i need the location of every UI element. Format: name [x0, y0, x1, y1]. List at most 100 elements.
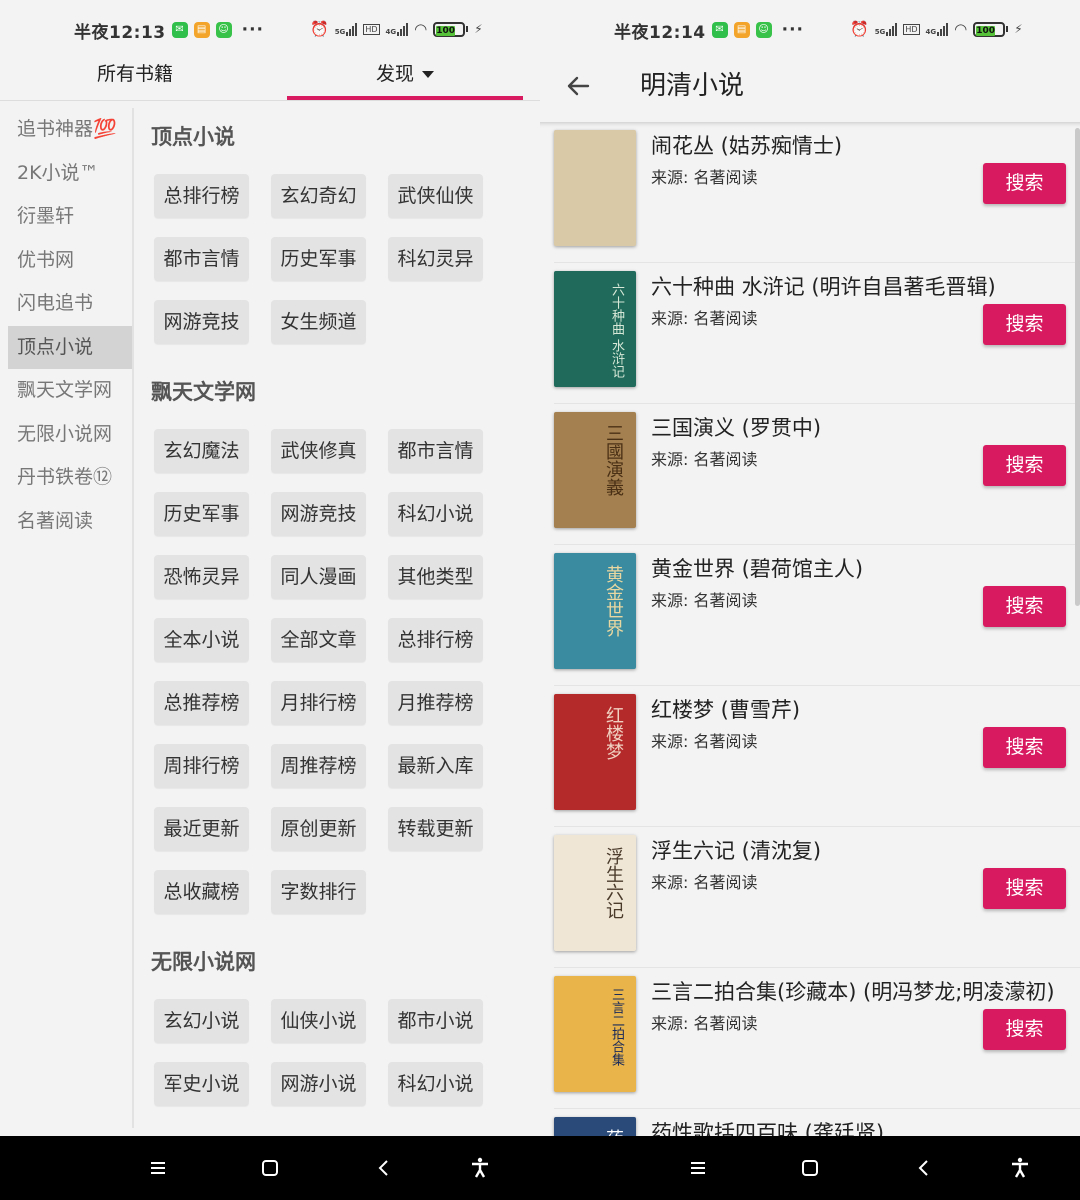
sidebar-item[interactable]: 无限小说网 [8, 413, 132, 457]
book-cover-title: 三言二拍合集 [609, 988, 624, 1066]
book-row[interactable]: 红楼梦 红楼梦 (曹雪芹) 来源: 名著阅读 搜索 [554, 686, 1080, 827]
category-chip[interactable]: 女生频道 [271, 300, 366, 344]
charging-icon: ⚡ [1014, 22, 1023, 36]
tab-all-books[interactable]: 所有书籍 [0, 60, 270, 100]
category-chip[interactable]: 字数排行 [271, 870, 366, 914]
home-icon[interactable] [798, 1156, 822, 1180]
book-source: 来源: 名著阅读 [651, 309, 758, 328]
search-button[interactable]: 搜索 [983, 163, 1066, 204]
search-button[interactable]: 搜索 [983, 586, 1066, 627]
category-chip[interactable]: 网游小说 [271, 1062, 366, 1106]
sidebar-item[interactable]: 2K小说™ [8, 152, 132, 196]
scrollbar[interactable] [1075, 128, 1080, 606]
signal-4g-icon: 4G [386, 22, 409, 36]
category-chip[interactable]: 科幻小说 [388, 492, 483, 536]
book-row[interactable]: 六十种曲 水浒记 六十种曲 水浒记 (明许自昌著毛晋辑) 来源: 名著阅读 搜索 [554, 263, 1080, 404]
alarm-icon: ⏰ [310, 20, 329, 38]
category-chip[interactable]: 最近更新 [154, 807, 249, 851]
category-chip[interactable]: 科幻小说 [388, 1062, 483, 1106]
category-chip[interactable]: 最新入库 [388, 744, 483, 788]
discover-screen: 半夜12:13 ✉ ▤ ☺ ··· ⏰ 5G HD 4G ◠ 100 ⚡ 所有书… [0, 0, 540, 1136]
category-chip[interactable]: 都市小说 [388, 999, 483, 1043]
home-icon[interactable] [258, 1156, 282, 1180]
category-chip[interactable]: 原创更新 [271, 807, 366, 851]
book-row[interactable]: 三國演義 三国演义 (罗贯中) 来源: 名著阅读 搜索 [554, 404, 1080, 545]
category-chip[interactable]: 其他类型 [388, 555, 483, 599]
book-row[interactable]: 闹花丛 (姑苏痴情士) 来源: 名著阅读 搜索 [554, 122, 1080, 263]
sidebar-item[interactable]: 名著阅读 [8, 500, 132, 544]
accessibility-icon[interactable] [468, 1156, 492, 1180]
book-cover-title: 六十种曲 水浒记 [609, 283, 624, 379]
search-button[interactable]: 搜索 [983, 445, 1066, 486]
accessibility-icon[interactable] [1008, 1156, 1032, 1180]
wechat-icon: ✉ [711, 22, 728, 38]
category-chip[interactable]: 同人漫画 [271, 555, 366, 599]
category-chip[interactable]: 仙侠小说 [271, 999, 366, 1043]
sidebar-item[interactable]: 丹书铁卷⑫ [8, 456, 132, 500]
back-arrow-icon[interactable] [562, 70, 594, 102]
category-chip[interactable]: 周推荐榜 [271, 744, 366, 788]
category-chip[interactable]: 武侠修真 [271, 429, 366, 473]
book-source: 来源: 名著阅读 [651, 873, 758, 892]
search-button[interactable]: 搜索 [983, 727, 1066, 768]
book-row[interactable]: 浮生六记 浮生六记 (清沈复) 来源: 名著阅读 搜索 [554, 827, 1080, 968]
book-list[interactable]: 闹花丛 (姑苏痴情士) 来源: 名著阅读 搜索 六十种曲 水浒记 六十种曲 水浒记 (明… [540, 122, 1080, 1136]
book-cover-title: 红楼梦 [603, 706, 624, 760]
dropdown-caret-icon[interactable] [422, 71, 434, 78]
book-title: 红楼梦 (曹雪芹) [651, 698, 801, 722]
category-chip[interactable]: 总推荐榜 [154, 681, 249, 725]
category-chip[interactable]: 总排行榜 [154, 174, 249, 218]
book-row[interactable]: 三言二拍合集 三言二拍合集(珍藏本) (明冯梦龙;明凌濛初) 来源: 名著阅读 搜索 [554, 968, 1080, 1109]
book-title: 三国演义 (罗贯中) [651, 416, 822, 440]
category-chip[interactable]: 网游竞技 [271, 492, 366, 536]
category-chip[interactable]: 军史小说 [154, 1062, 249, 1106]
status-bar: 半夜12:14 ✉ ▤ ☺ ··· ⏰ 5G HD 4G ◠ 100 ⚡ [540, 0, 1080, 60]
tab-discover[interactable]: 发现 [287, 60, 523, 100]
category-chip[interactable]: 都市言情 [154, 237, 249, 281]
sidebar-item[interactable]: 顶点小说 [8, 325, 132, 369]
book-title: 浮生六记 (清沈复) [651, 839, 822, 863]
sidebar-divider [132, 108, 134, 1128]
category-chip[interactable]: 月排行榜 [271, 681, 366, 725]
category-chip[interactable]: 玄幻奇幻 [271, 174, 366, 218]
sidebar-item[interactable]: 追书神器💯 [8, 108, 132, 152]
signal-5g-icon: 5G [875, 22, 898, 36]
category-chip[interactable]: 恐怖灵异 [154, 555, 249, 599]
search-button[interactable]: 搜索 [983, 304, 1066, 345]
wechat-icon: ✉ [171, 22, 188, 38]
sidebar-item[interactable]: 衍墨轩 [8, 195, 132, 239]
source-sidebar: 追书神器💯 2K小说™ 衍墨轩 优书网 闪电追书 顶点小说 飘天文学网 无限小说网 丹书铁卷⑫ 名… [8, 108, 132, 543]
menu-icon[interactable] [686, 1156, 710, 1180]
category-chip[interactable]: 总排行榜 [388, 618, 483, 662]
book-row[interactable]: 药 药性歌括四百味 (龚廷贤) [554, 1109, 1080, 1136]
category-chip[interactable]: 月推荐榜 [388, 681, 483, 725]
status-icons: ⏰ 5G HD 4G ◠ 100 ⚡ [310, 20, 483, 38]
sidebar-item[interactable]: 优书网 [8, 239, 132, 283]
book-row[interactable]: 黄金世界 黄金世界 (碧荷馆主人) 来源: 名著阅读 搜索 [554, 545, 1080, 686]
system-nav-bar [0, 1136, 1080, 1200]
search-button[interactable]: 搜索 [983, 868, 1066, 909]
menu-icon[interactable] [146, 1156, 170, 1180]
page-title: 明清小说 [640, 71, 745, 101]
category-chip[interactable]: 全本小说 [154, 618, 249, 662]
category-chip[interactable]: 都市言情 [388, 429, 483, 473]
sidebar-item[interactable]: 飘天文学网 [8, 369, 132, 413]
category-chip[interactable]: 玄幻小说 [154, 999, 249, 1043]
book-cover-title: 浮生六记 [603, 847, 624, 919]
category-chip[interactable]: 全部文章 [271, 618, 366, 662]
category-chip[interactable]: 历史军事 [154, 492, 249, 536]
category-chip[interactable]: 武侠仙侠 [388, 174, 483, 218]
category-chip[interactable]: 科幻灵异 [388, 237, 483, 281]
category-chip[interactable]: 周排行榜 [154, 744, 249, 788]
tab-label: 所有书籍 [96, 63, 173, 85]
category-chip[interactable]: 总收藏榜 [154, 870, 249, 914]
category-chip[interactable]: 玄幻魔法 [154, 429, 249, 473]
search-button[interactable]: 搜索 [983, 1009, 1066, 1050]
book-cover: 药 [554, 1117, 636, 1136]
category-chip[interactable]: 转载更新 [388, 807, 483, 851]
category-chip[interactable]: 网游竞技 [154, 300, 249, 344]
back-icon[interactable] [912, 1156, 936, 1180]
category-chip[interactable]: 历史军事 [271, 237, 366, 281]
back-icon[interactable] [372, 1156, 396, 1180]
sidebar-item[interactable]: 闪电追书 [8, 282, 132, 326]
